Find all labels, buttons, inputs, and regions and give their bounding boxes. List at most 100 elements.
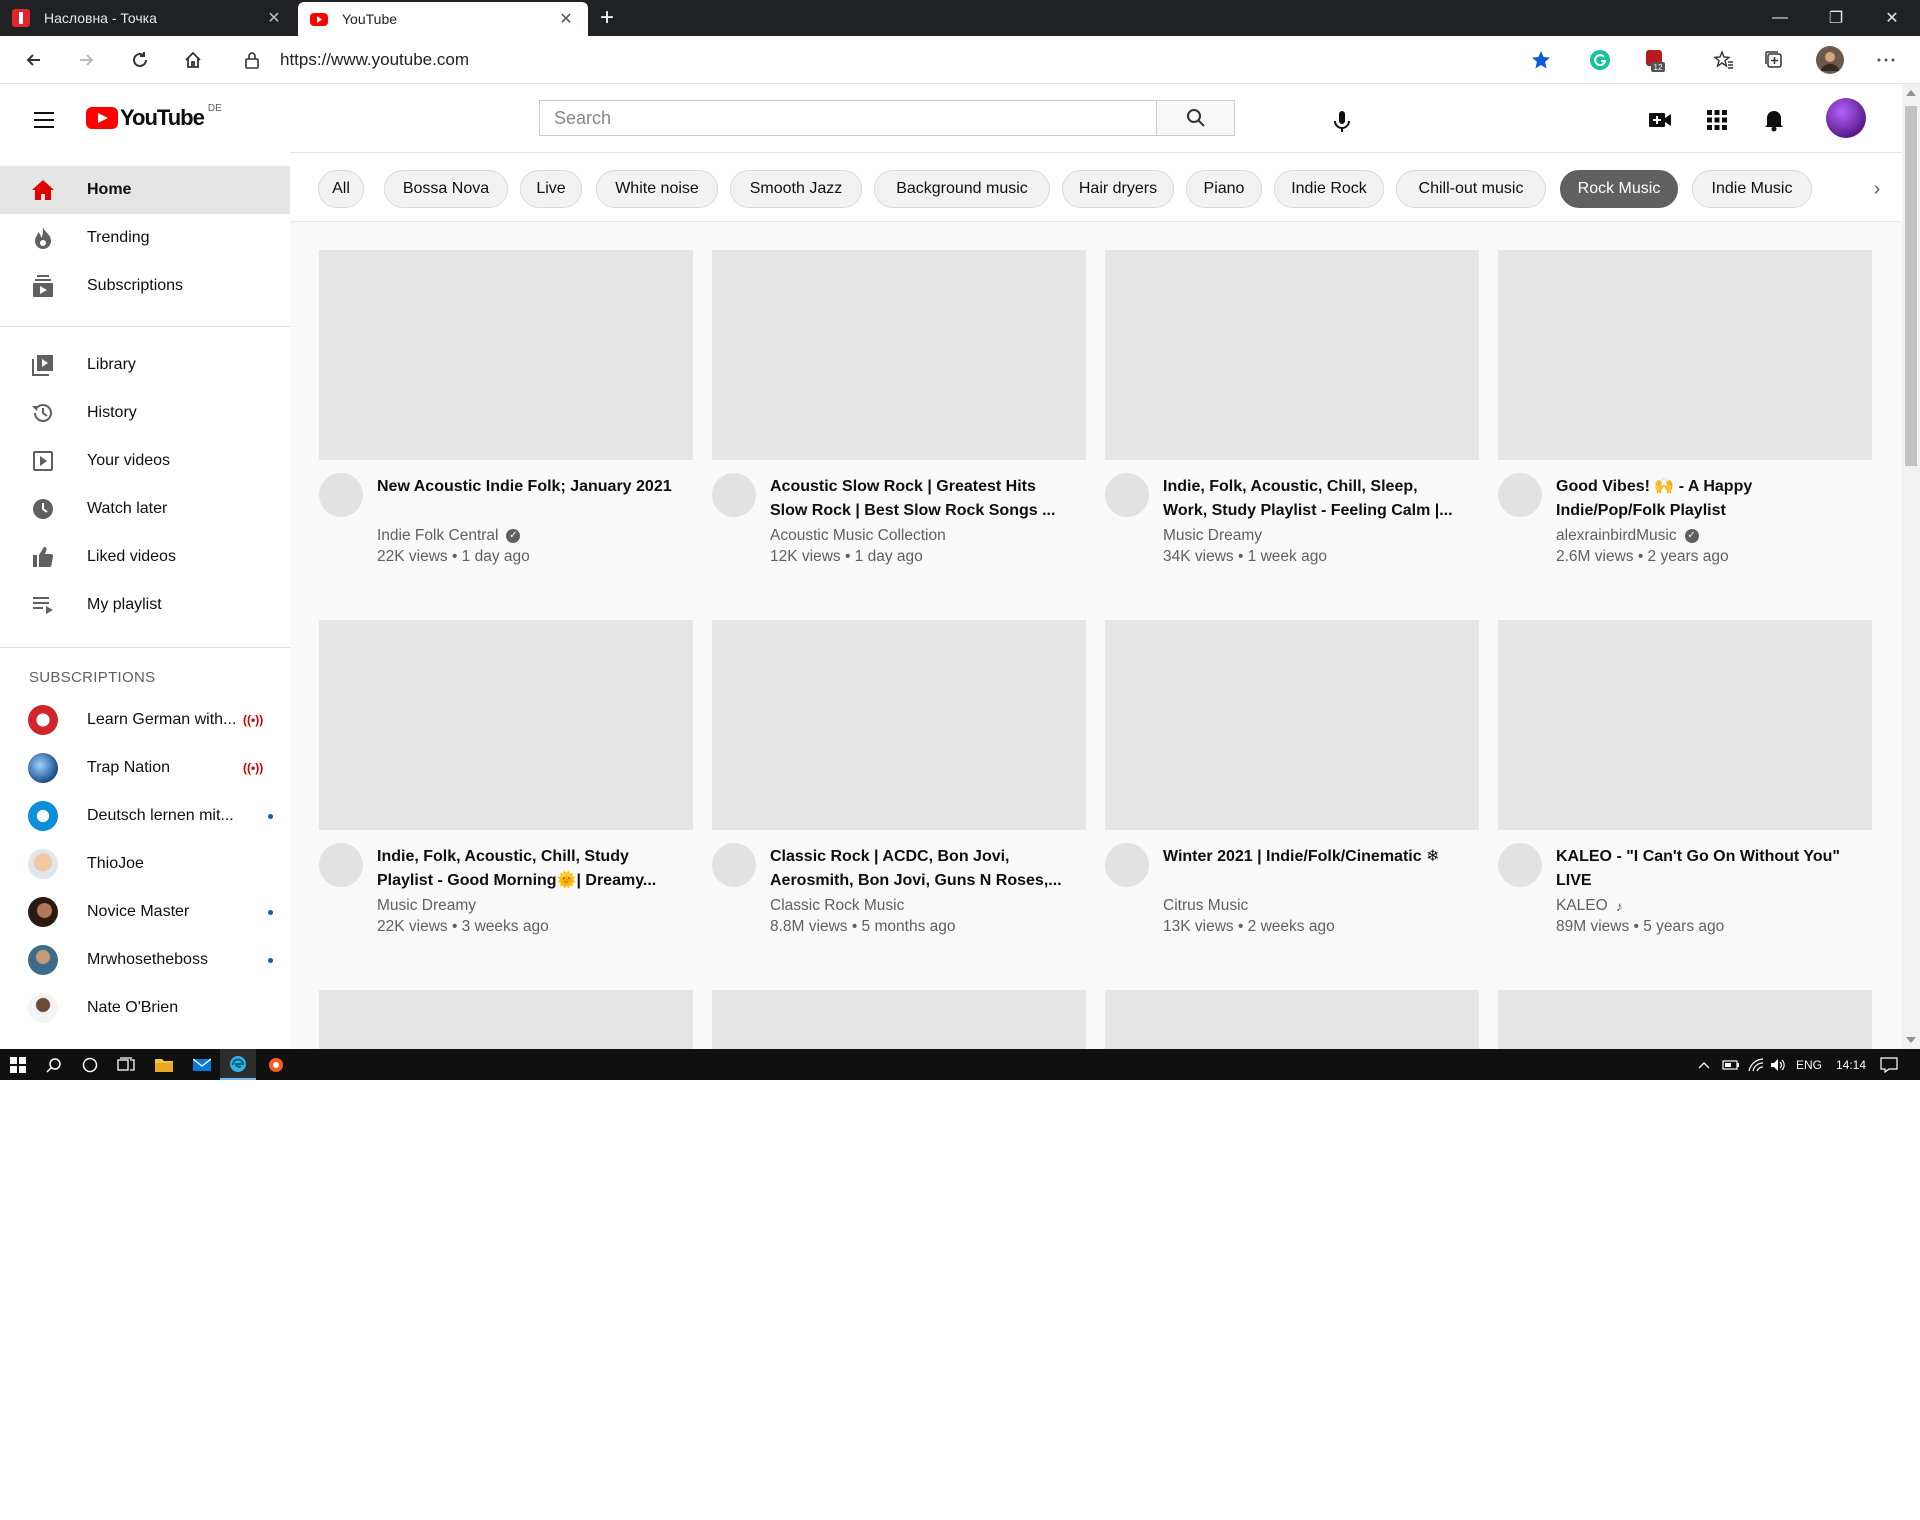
channel-avatar[interactable]: [712, 473, 756, 517]
video-thumbnail[interactable]: [319, 250, 693, 460]
close-window-icon[interactable]: ✕: [1864, 0, 1920, 36]
restore-window-icon[interactable]: ❐: [1808, 0, 1864, 36]
video-card[interactable]: KALEO - "I Can't Go On Without You" LIVE…: [1498, 620, 1872, 950]
battery-icon[interactable]: [1722, 1049, 1740, 1080]
channel-avatar[interactable]: [1105, 843, 1149, 887]
video-title[interactable]: Classic Rock | ACDC, Bon Jovi, Aerosmith…: [770, 845, 1070, 893]
scroll-down-arrow-icon[interactable]: [1906, 1037, 1916, 1043]
back-icon[interactable]: [18, 44, 50, 76]
channel-avatar[interactable]: [1498, 473, 1542, 517]
video-title[interactable]: Good Vibes! 🙌 - A Happy Indie/Pop/Folk P…: [1556, 475, 1856, 523]
chip[interactable]: Indie Music: [1692, 170, 1812, 208]
windows-start-icon[interactable]: [0, 1049, 36, 1080]
sidebar-item-subscriptions[interactable]: Subscriptions: [0, 262, 290, 310]
video-card[interactable]: [1105, 990, 1479, 1049]
video-card[interactable]: Indie, Folk, Acoustic, Chill, Study Play…: [319, 620, 693, 950]
video-channel[interactable]: Music Dreamy: [377, 897, 476, 915]
collections-icon[interactable]: [1758, 44, 1790, 76]
create-video-icon[interactable]: [1640, 100, 1680, 140]
language-indicator[interactable]: ENG: [1796, 1049, 1822, 1080]
video-thumbnail[interactable]: [1498, 250, 1872, 460]
video-channel[interactable]: Indie Folk Central ✓: [377, 527, 521, 545]
search-button[interactable]: [1156, 101, 1234, 135]
video-channel[interactable]: alexrainbirdMusic ✓: [1556, 527, 1699, 545]
chip[interactable]: Bossa Nova: [384, 170, 508, 208]
chip[interactable]: Background music: [874, 170, 1050, 208]
video-thumbnail[interactable]: [712, 990, 1086, 1049]
video-card[interactable]: Indie, Folk, Acoustic, Chill, Sleep, Wor…: [1105, 250, 1479, 580]
taskbar-search-icon[interactable]: [36, 1049, 72, 1080]
subscription-channel[interactable]: Nate O'Brien: [0, 984, 290, 1032]
tray-overflow-icon[interactable]: [1698, 1049, 1710, 1080]
chip[interactable]: Indie Rock: [1274, 170, 1384, 208]
close-tab-icon[interactable]: ✕: [264, 8, 284, 28]
refresh-icon[interactable]: [124, 44, 156, 76]
video-title[interactable]: KALEO - "I Can't Go On Without You" LIVE: [1556, 845, 1856, 893]
video-card[interactable]: Classic Rock | ACDC, Bon Jovi, Aerosmith…: [712, 620, 1086, 950]
subscription-channel[interactable]: Novice Master: [0, 888, 290, 936]
browser-menu-icon[interactable]: [1870, 44, 1902, 76]
subscription-channel[interactable]: Learn German with... ((•)): [0, 696, 290, 744]
sidebar-item-my-playlist[interactable]: My playlist: [0, 581, 290, 629]
sidebar-item-watch-later[interactable]: Watch later: [0, 485, 290, 533]
video-title[interactable]: Winter 2021 | Indie/Folk/Cinematic ❄: [1163, 845, 1463, 869]
video-title[interactable]: Acoustic Slow Rock | Greatest Hits Slow …: [770, 475, 1070, 523]
close-tab-icon[interactable]: ✕: [556, 9, 576, 29]
video-thumbnail[interactable]: [712, 620, 1086, 830]
browser-tab-tocka[interactable]: Насловна - Точка ✕: [0, 0, 296, 36]
chip[interactable]: Hair dryers: [1062, 170, 1174, 208]
video-thumbnail[interactable]: [319, 990, 693, 1049]
channel-avatar[interactable]: [319, 843, 363, 887]
video-thumbnail[interactable]: [1105, 250, 1479, 460]
notifications-bell-icon[interactable]: [1754, 100, 1794, 140]
video-card[interactable]: Good Vibes! 🙌 - A Happy Indie/Pop/Folk P…: [1498, 250, 1872, 580]
video-card[interactable]: Acoustic Slow Rock | Greatest Hits Slow …: [712, 250, 1086, 580]
chip-active[interactable]: Rock Music: [1560, 170, 1678, 208]
mail-icon[interactable]: [184, 1049, 220, 1080]
clock[interactable]: 14:14: [1836, 1049, 1866, 1080]
channel-avatar[interactable]: [319, 473, 363, 517]
voice-search-button[interactable]: [1322, 102, 1362, 142]
channel-avatar[interactable]: [1105, 473, 1149, 517]
video-channel[interactable]: Music Dreamy: [1163, 527, 1262, 545]
minimize-window-icon[interactable]: —: [1752, 0, 1808, 36]
video-channel[interactable]: KALEO ♪: [1556, 897, 1623, 915]
video-thumbnail[interactable]: [319, 620, 693, 830]
hamburger-menu-icon[interactable]: [24, 100, 64, 140]
chip[interactable]: White noise: [596, 170, 718, 208]
video-card[interactable]: [712, 990, 1086, 1049]
video-thumbnail[interactable]: [1105, 990, 1479, 1049]
video-card[interactable]: [1498, 990, 1872, 1049]
channel-avatar[interactable]: [1498, 843, 1542, 887]
browser-tab-youtube[interactable]: YouTube ✕: [298, 2, 588, 36]
sidebar-item-liked-videos[interactable]: Liked videos: [0, 533, 290, 581]
video-thumbnail[interactable]: [712, 250, 1086, 460]
apps-grid-icon[interactable]: [1697, 100, 1737, 140]
favorites-list-icon[interactable]: [1708, 44, 1740, 76]
subscription-channel[interactable]: ThioJoe: [0, 840, 290, 888]
edge-browser-icon[interactable]: [220, 1049, 256, 1080]
video-thumbnail[interactable]: [1498, 620, 1872, 830]
chip[interactable]: Live: [520, 170, 582, 208]
extension-badge-icon[interactable]: 12: [1638, 44, 1670, 76]
video-card[interactable]: Winter 2021 | Indie/Folk/Cinematic ❄ Cit…: [1105, 620, 1479, 950]
forward-icon[interactable]: [70, 44, 102, 76]
video-channel[interactable]: Classic Rock Music: [770, 897, 904, 915]
video-title[interactable]: Indie, Folk, Acoustic, Chill, Study Play…: [377, 845, 677, 893]
wifi-icon[interactable]: [1748, 1049, 1764, 1080]
sidebar-item-trending[interactable]: Trending: [0, 214, 290, 262]
sidebar-item-history[interactable]: History: [0, 389, 290, 437]
video-card[interactable]: [319, 990, 693, 1049]
video-title[interactable]: Indie, Folk, Acoustic, Chill, Sleep, Wor…: [1163, 475, 1463, 523]
file-explorer-icon[interactable]: [146, 1049, 182, 1080]
video-channel[interactable]: Citrus Music: [1163, 897, 1248, 915]
grammarly-icon[interactable]: [1584, 44, 1616, 76]
subscription-channel[interactable]: Mrwhosetheboss: [0, 936, 290, 984]
sidebar-item-your-videos[interactable]: Your videos: [0, 437, 290, 485]
home-browser-icon[interactable]: [177, 44, 209, 76]
video-title[interactable]: New Acoustic Indie Folk; January 2021: [377, 475, 677, 499]
new-tab-button[interactable]: +: [594, 4, 620, 32]
video-channel[interactable]: Acoustic Music Collection: [770, 527, 946, 545]
account-avatar[interactable]: [1826, 98, 1866, 138]
sidebar-item-library[interactable]: Library: [0, 341, 290, 389]
